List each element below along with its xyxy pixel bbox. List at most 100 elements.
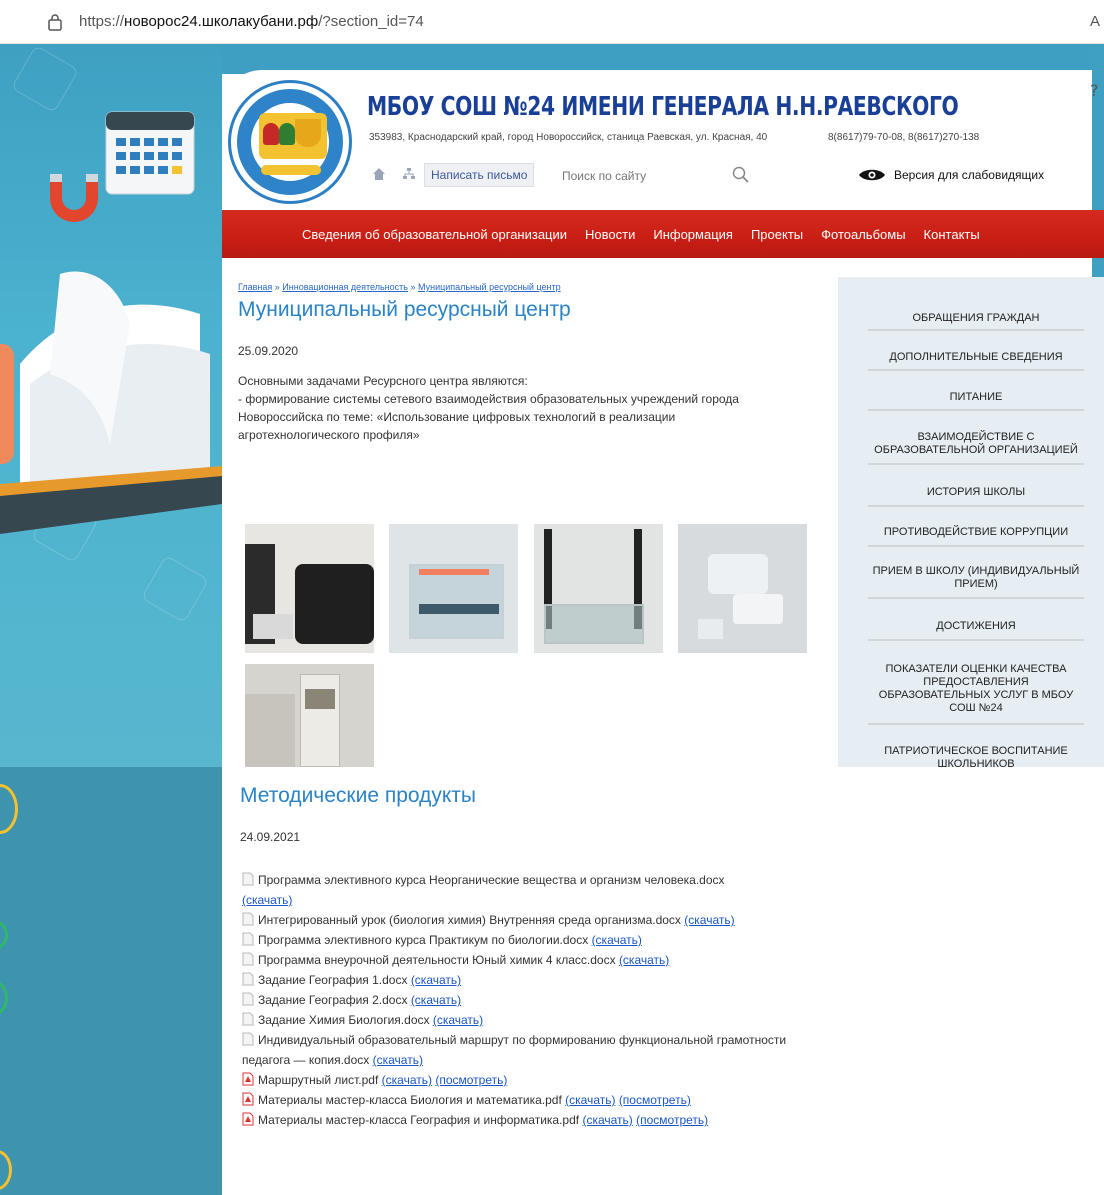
open-book-illustration — [0, 271, 222, 534]
news-date: 25.09.2020 — [238, 344, 299, 358]
gallery-photo[interactable] — [245, 664, 374, 767]
download-link[interactable]: (скачать) — [242, 893, 292, 907]
breadcrumb-separator: » — [272, 282, 283, 292]
document-icon — [242, 1032, 254, 1046]
breadcrumb: Главная » Инновационная деятельность » М… — [238, 282, 561, 292]
breadcrumb-home[interactable]: Главная — [238, 282, 272, 292]
document-icon — [242, 912, 254, 926]
download-link[interactable]: (скачать) — [592, 933, 642, 947]
file-list: Программа элективного курса Неорганическ… — [242, 870, 802, 1130]
calendar-icon — [105, 111, 195, 195]
document-icon — [242, 992, 254, 1006]
view-link[interactable]: (посмотреть) — [619, 1093, 691, 1107]
section-title: Методические продукты — [240, 784, 477, 807]
view-link[interactable]: (посмотреть) — [435, 1073, 507, 1087]
sidebar-item-quality-indicators[interactable]: ПОКАЗАТЕЛИ ОЦЕНКИ КАЧЕСТВА ПРЕДОСТАВЛЕНИ… — [868, 655, 1084, 725]
file-name: Программа элективного курса Неорганическ… — [258, 873, 725, 887]
document-icon — [242, 952, 254, 966]
file-row: Индивидуальный образовательный маршрут п… — [242, 1030, 802, 1070]
nav-item-photo-albums[interactable]: Фотоальбомы — [821, 227, 905, 242]
download-link[interactable]: (скачать) — [565, 1093, 615, 1107]
document-icon — [242, 1012, 254, 1026]
sidebar-item-anti-corruption[interactable]: ПРОТИВОДЕЙСТВИЕ КОРРУПЦИИ — [868, 519, 1084, 547]
page-background-left — [0, 44, 222, 1195]
file-row: Программа элективного курса Неорганическ… — [242, 870, 802, 910]
file-row: Материалы мастер-класса География и инфо… — [242, 1110, 802, 1130]
document-icon — [242, 972, 254, 986]
main-navigation: Сведения об образовательной организации … — [222, 210, 1104, 258]
sidebar-item-achievements[interactable]: ДОСТИЖЕНИЯ — [868, 613, 1084, 641]
file-row: Задание География 2.docx (скачать) — [242, 990, 802, 1010]
nav-item-org-info[interactable]: Сведения об образовательной организации — [302, 227, 567, 242]
search-icon[interactable] — [732, 166, 750, 184]
file-name: Интегрированный урок (биология химия) Вн… — [258, 913, 681, 927]
decor-ring — [0, 920, 8, 950]
decor-ring — [0, 784, 18, 834]
file-name: Задание Химия Биология.docx — [258, 1013, 430, 1027]
file-row: Программа элективного курса Практикум по… — [242, 930, 802, 950]
sidebar-item-interaction[interactable]: ВЗАИМОДЕЙСТВИЕ С ОБРАЗОВАТЕЛЬНОЙ ОРГАНИЗ… — [868, 425, 1084, 465]
sidebar-menu: ОБРАЩЕНИЯ ГРАЖДАН ДОПОЛНИТЕЛЬНЫЕ СВЕДЕНИ… — [838, 277, 1104, 767]
download-link[interactable]: (скачать) — [373, 1053, 423, 1067]
reader-mode-icon[interactable]: A — [1090, 13, 1100, 30]
school-logo[interactable] — [228, 80, 352, 204]
gallery-photo[interactable] — [534, 524, 663, 653]
breadcrumb-innovation[interactable]: Инновационная деятельность — [282, 282, 408, 292]
nav-item-information[interactable]: Информация — [653, 227, 733, 242]
address-url[interactable]: https://новорос24.школакубани.рф/?sectio… — [79, 13, 424, 30]
svg-text:?: ? — [1090, 81, 1099, 100]
file-name: Материалы мастер-класса География и инфо… — [258, 1113, 580, 1127]
sidebar-item-citizen-appeals[interactable]: ОБРАЩЕНИЯ ГРАЖДАН — [868, 307, 1084, 331]
school-phones: 8(8617)79-70-08, 8(8617)270-138 — [828, 132, 980, 143]
document-icon — [242, 932, 254, 946]
home-icon[interactable] — [372, 167, 386, 181]
lock-icon[interactable] — [47, 13, 65, 31]
sidebar-item-nutrition[interactable]: ПИТАНИЕ — [868, 385, 1084, 411]
section-date: 24.09.2021 — [240, 830, 301, 844]
eye-icon[interactable] — [858, 167, 886, 183]
sidebar-item-admission[interactable]: ПРИЕМ В ШКОЛУ (ИНДИВИДУАЛЬНЫЙ ПРИЕМ) — [868, 559, 1084, 599]
download-link[interactable]: (скачать) — [582, 1113, 632, 1127]
breadcrumb-separator: » — [407, 282, 418, 292]
file-name: Программа элективного курса Практикум по… — [258, 933, 589, 947]
download-link[interactable]: (скачать) — [619, 953, 669, 967]
pdf-icon — [242, 1092, 254, 1106]
sitemap-icon[interactable] — [402, 167, 416, 181]
file-row: Задание Химия Биология.docx (скачать) — [242, 1010, 802, 1030]
gallery-photo[interactable] — [389, 524, 518, 653]
view-link[interactable]: (посмотреть) — [636, 1113, 708, 1127]
write-letter-button[interactable]: Написать письмо — [424, 163, 535, 187]
file-row: Программа внеурочной деятельности Юный х… — [242, 950, 802, 970]
file-name: Задание География 1.docx — [258, 973, 408, 987]
gallery-photo[interactable] — [678, 524, 807, 653]
breadcrumb-current[interactable]: Муниципальный ресурсный центр — [418, 282, 561, 292]
gallery-photo[interactable] — [245, 524, 374, 653]
pdf-icon — [242, 1112, 254, 1126]
sidebar-item-patriotic-education[interactable]: ПАТРИОТИЧЕСКОЕ ВОСПИТАНИЕ ШКОЛЬНИКОВ — [868, 739, 1084, 767]
low-vision-version-link[interactable]: Версия для слабовидящих — [894, 168, 1044, 182]
url-prefix: https:// — [79, 13, 125, 30]
decor-ring — [0, 980, 8, 1016]
school-title[interactable]: МБОУ СОШ №24 ИМЕНИ ГЕНЕРАЛА Н.Н.РАЕВСКОГ… — [367, 92, 959, 122]
file-name: Задание География 2.docx — [258, 993, 408, 1007]
sidebar-item-additional-info[interactable]: ДОПОЛНИТЕЛЬНЫЕ СВЕДЕНИЯ — [868, 345, 1084, 371]
page-title: Муниципальный ресурсный центр — [238, 298, 571, 321]
question-icon[interactable]: ? — [1090, 80, 1104, 100]
download-link[interactable]: (скачать) — [411, 973, 461, 987]
document-icon — [242, 872, 254, 886]
url-host: новорос24.школакубани.рф — [124, 13, 319, 30]
file-row: Материалы мастер-класса Биология и матем… — [242, 1090, 802, 1110]
file-name: Индивидуальный образовательный маршрут п… — [242, 1033, 787, 1067]
file-row: Интегрированный урок (биология химия) Вн… — [242, 910, 802, 930]
url-path: /?section_id=74 — [318, 13, 424, 30]
nav-item-news[interactable]: Новости — [585, 227, 635, 242]
search-input[interactable] — [556, 165, 756, 187]
sidebar-item-school-history[interactable]: ИСТОРИЯ ШКОЛЫ — [868, 479, 1084, 507]
download-link[interactable]: (скачать) — [684, 913, 734, 927]
download-link[interactable]: (скачать) — [382, 1073, 432, 1087]
browser-address-bar[interactable]: https://новорос24.школакубани.рф/?sectio… — [0, 0, 1104, 44]
download-link[interactable]: (скачать) — [411, 993, 461, 1007]
nav-item-projects[interactable]: Проекты — [751, 227, 803, 242]
download-link[interactable]: (скачать) — [433, 1013, 483, 1027]
nav-item-contacts[interactable]: Контакты — [924, 227, 980, 242]
